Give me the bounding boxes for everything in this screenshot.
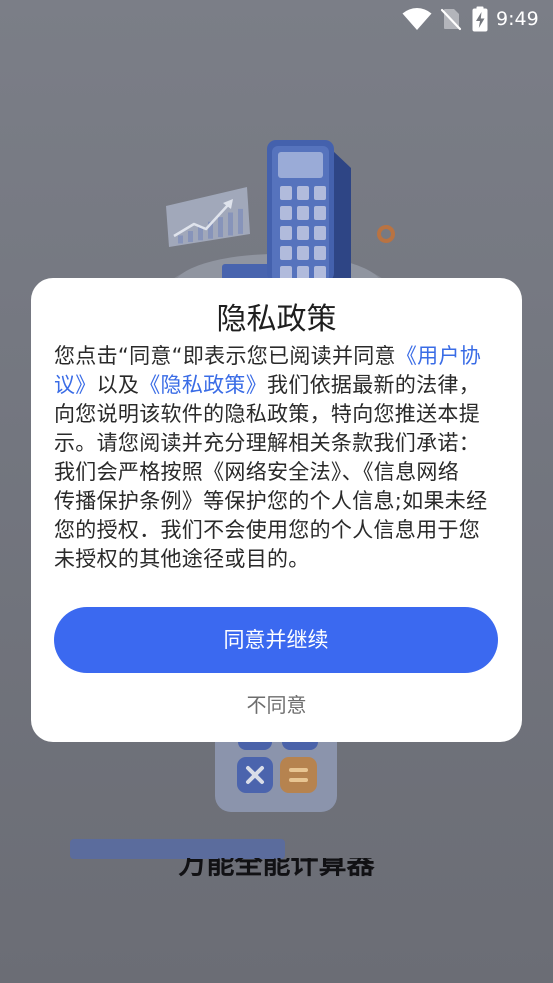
loading-progress-fill	[70, 839, 285, 859]
policy-text-segment: 您点击“同意“即表示您已阅读并同意	[54, 344, 396, 368]
policy-text-line: 您点击“同意“即表示您已阅读并同意《用户协	[54, 342, 499, 371]
no-sim-icon	[440, 8, 462, 31]
chart-bar	[188, 231, 193, 242]
calculator-key	[297, 206, 309, 220]
chart-bar	[178, 235, 183, 244]
coin-ring-illustration	[377, 225, 395, 243]
battery-charging-icon	[472, 6, 488, 32]
policy-text-line: 未授权的其他途径或目的。	[54, 545, 499, 574]
multiply-key-illustration	[237, 757, 273, 793]
chart-card-illustration	[166, 187, 250, 247]
app-name: 万能全能计算器	[178, 858, 375, 880]
policy-text-segment: 以及	[96, 373, 140, 397]
chart-bar	[228, 212, 233, 236]
calculator-key	[297, 226, 309, 240]
policy-text-segment: 未授权的其他途径或目的。	[54, 547, 310, 571]
policy-text-line: 传播保护条例》等保护您的个人信息;如果未经	[54, 487, 499, 516]
calculator-key	[280, 206, 292, 220]
policy-text-line: 议》以及《隐私政策》我们依据最新的法律，	[54, 371, 499, 400]
equals-key-illustration	[280, 757, 317, 793]
clock-time: 9:49	[496, 8, 539, 30]
policy-text-segment: 传播保护条例》等保护您的个人信息;如果未经	[54, 489, 488, 513]
calculator-key	[280, 186, 292, 200]
policy-text-line: 向您说明该软件的隐私政策，特向您推送本提	[54, 400, 499, 429]
calculator-key	[314, 226, 326, 240]
policy-text-line: 我们会严格按照《网络安全法》、《信息网络	[54, 458, 499, 487]
calculator-key	[280, 246, 292, 260]
calculator-key	[314, 186, 326, 200]
disagree-button[interactable]: 不同意	[31, 690, 522, 720]
user-agreement-link[interactable]: 议》	[54, 373, 97, 397]
chart-bar	[218, 217, 223, 238]
calculator-top-illustration	[267, 140, 351, 282]
calculator-key	[297, 246, 309, 260]
policy-text-segment: 示。请您阅读并充分理解相关条款我们承诺：	[54, 431, 480, 455]
calculator-key	[314, 206, 326, 220]
dialog-title: 隐私政策	[216, 302, 337, 337]
policy-text-segment: 我们会严格按照《网络安全法》、《信息网络	[54, 460, 459, 484]
loading-progress-bar	[70, 839, 483, 859]
app-name-container: 万能全能计算器	[0, 858, 553, 880]
policy-text-segment: 向您说明该软件的隐私政策，特向您推送本提	[54, 402, 480, 426]
status-bar: 9:49	[0, 0, 553, 38]
chart-bar	[238, 208, 243, 234]
policy-text: 您点击“同意“即表示您已阅读并同意《用户协 议》以及《隐私政策》我们依据最新的法…	[54, 342, 499, 574]
calculator-key	[314, 246, 326, 260]
agree-and-continue-button[interactable]: 同意并继续	[54, 607, 498, 673]
policy-text-line: 示。请您阅读并充分理解相关条款我们承诺：	[54, 429, 499, 458]
calculator-key	[297, 186, 309, 200]
privacy-policy-dialog: 隐私政策 您点击“同意“即表示您已阅读并同意《用户协 议》以及《隐私政策》我们依…	[31, 278, 522, 742]
privacy-policy-link[interactable]: 《隐私政策》	[139, 373, 267, 397]
user-agreement-link[interactable]: 《用户协	[396, 344, 481, 368]
calculator-display	[278, 152, 323, 178]
policy-text-line: 您的授权．我们不会使用您的个人信息用于您	[54, 516, 499, 545]
policy-text-segment: 您的授权．我们不会使用您的个人信息用于您	[54, 518, 480, 542]
wifi-icon	[402, 8, 432, 30]
calculator-side	[332, 150, 351, 282]
calculator-key	[280, 226, 292, 240]
policy-text-segment: 我们依据最新的法律，	[267, 373, 481, 397]
splash-screen: 9:49 万能全能计算器 隐私政策 您点击“同意“即表示您已阅读并同意《用户协 …	[0, 0, 553, 983]
